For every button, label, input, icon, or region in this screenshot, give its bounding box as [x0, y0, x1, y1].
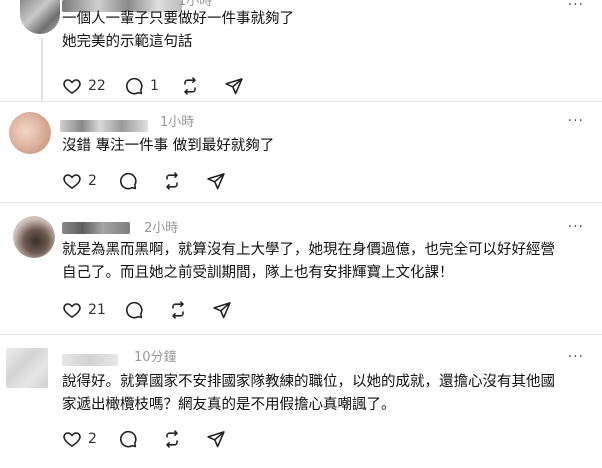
reply-button[interactable]: 1: [124, 75, 159, 97]
more-icon[interactable]: ···: [568, 220, 584, 234]
like-button[interactable]: 22: [62, 75, 106, 97]
thread-connector: [41, 38, 43, 102]
share-button[interactable]: [206, 170, 226, 192]
repost-button[interactable]: [168, 299, 188, 321]
repost-button[interactable]: [162, 428, 182, 450]
like-count: 2: [88, 431, 97, 447]
reply-button[interactable]: [118, 170, 138, 192]
avatar[interactable]: [13, 216, 55, 258]
comment-icon: [118, 429, 138, 449]
comment-line: 沒錯 專注一件事 做到最好就夠了: [62, 138, 275, 154]
comment-text: 一個人一輩子只要做好一件事就夠了 她完美的示範這句話: [62, 8, 582, 54]
username[interactable]: [62, 222, 130, 234]
divider: [0, 334, 602, 335]
repost-button[interactable]: [162, 170, 182, 192]
reply-count: 1: [150, 78, 159, 94]
comment-icon: [118, 171, 138, 191]
username[interactable]: [62, 354, 118, 366]
comment-icon: [124, 76, 144, 96]
comment-line: 家遞出橄欖枝嗎？網友真的是不用假擔心真嘲諷了。: [62, 397, 396, 413]
reply-button[interactable]: [124, 299, 144, 321]
comment-text: 沒錯 專注一件事 做到最好就夠了: [62, 135, 582, 158]
comment-text: 就是為黑而黑啊，就算沒有上大學了，她現在身價過億，也完全可以好好經營 自己了。而…: [62, 239, 582, 285]
repost-icon: [168, 300, 188, 320]
comment-line: 一個人一輩子只要做好一件事就夠了: [62, 11, 294, 27]
send-icon: [212, 300, 232, 320]
timestamp: 1小時: [160, 115, 195, 130]
comment-2: 1小時 ··· 沒錯 專注一件事 做到最好就夠了 2: [0, 112, 602, 206]
more-icon[interactable]: ···: [568, 114, 584, 128]
avatar[interactable]: [6, 348, 48, 388]
heart-icon: [62, 171, 82, 191]
comment-thread: 1小時 ··· 一個人一輩子只要做好一件事就夠了 她完美的示範這句話 22 1: [0, 0, 602, 468]
comment-line: 就是為黑而黑啊，就算沒有上大學了，她現在身價過億，也完全可以好好經營: [62, 242, 555, 258]
like-button[interactable]: 21: [62, 299, 106, 321]
send-icon: [206, 429, 226, 449]
share-button[interactable]: [224, 75, 244, 97]
like-count: 2: [88, 173, 97, 189]
share-button[interactable]: [212, 299, 232, 321]
share-button[interactable]: [206, 428, 226, 450]
username[interactable]: [60, 120, 148, 132]
timestamp: 2小時: [144, 221, 179, 236]
avatar[interactable]: [20, 0, 60, 34]
divider: [0, 202, 602, 203]
timestamp: 10分鐘: [134, 350, 177, 365]
comment-1: 1小時 ··· 一個人一輩子只要做好一件事就夠了 她完美的示範這句話 22 1: [0, 0, 602, 108]
more-icon[interactable]: ···: [568, 350, 584, 364]
like-count: 22: [88, 78, 106, 94]
comment-3: 2小時 ··· 就是為黑而黑啊，就算沒有上大學了，她現在身價過億，也完全可以好好…: [0, 214, 602, 334]
comment-text: 說得好。就算國家不安排國家隊教練的職位，以她的成就，還擔心沒有其他國 家遞出橄欖…: [62, 371, 582, 417]
comment-4: 10分鐘 ··· 說得好。就算國家不安排國家隊教練的職位，以她的成就，還擔心沒有…: [0, 344, 602, 468]
like-count: 21: [88, 302, 106, 318]
like-button[interactable]: 2: [62, 170, 97, 192]
heart-icon: [62, 300, 82, 320]
repost-icon: [180, 76, 200, 96]
repost-icon: [162, 429, 182, 449]
comment-icon: [124, 300, 144, 320]
heart-icon: [62, 429, 82, 449]
repost-icon: [162, 171, 182, 191]
comment-line: 自己了。而且她之前受訓期間，隊上也有安排輝寶上文化課！: [62, 265, 454, 281]
comment-line: 說得好。就算國家不安排國家隊教練的職位，以她的成就，還擔心沒有其他國: [62, 374, 555, 390]
like-button[interactable]: 2: [62, 428, 97, 450]
heart-icon: [62, 76, 82, 96]
repost-button[interactable]: [180, 75, 200, 97]
reply-button[interactable]: [118, 428, 138, 450]
divider: [0, 101, 602, 102]
send-icon: [206, 171, 226, 191]
send-icon: [224, 76, 244, 96]
comment-line: 她完美的示範這句話: [62, 34, 193, 50]
avatar[interactable]: [9, 112, 51, 154]
